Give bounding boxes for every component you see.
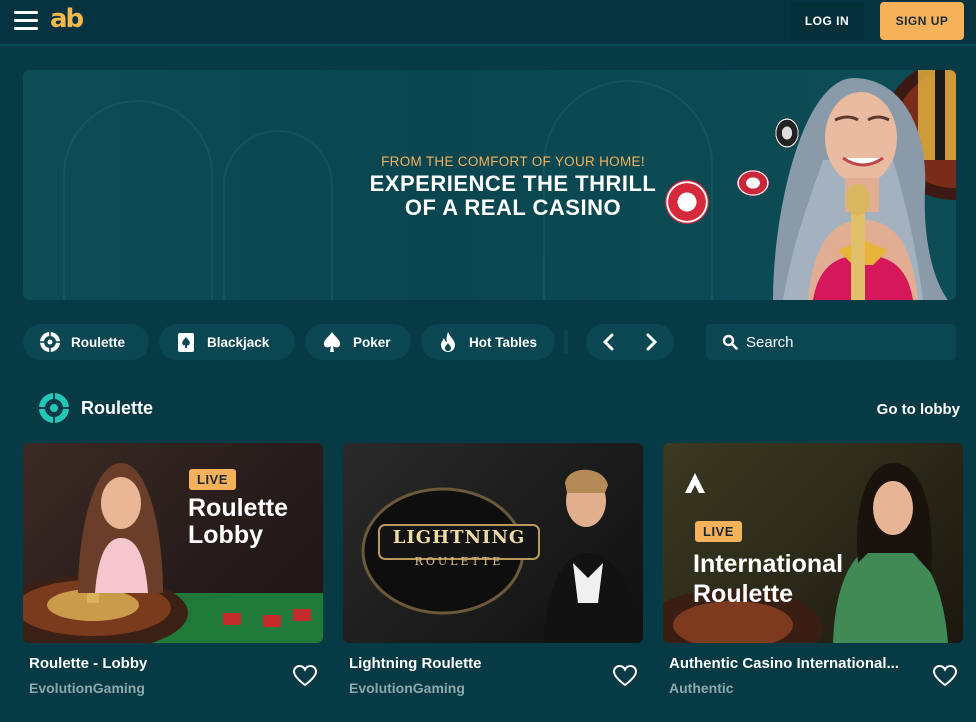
card-overlay-title: Roulette Lobby <box>188 494 288 549</box>
login-button[interactable]: LOG IN <box>790 2 864 40</box>
promo-banner[interactable]: FROM THE COMFORT OF YOUR HOME! EXPERIENC… <box>23 70 956 300</box>
game-thumbnail <box>663 463 948 643</box>
category-overflow-edge <box>564 330 568 354</box>
signup-button[interactable]: SIGN UP <box>880 2 964 40</box>
banner-title: EXPERIENCE THE THRILL OF A REAL CASINO <box>369 171 657 220</box>
roulette-wheel-icon <box>39 331 61 353</box>
category-label: Poker <box>353 334 391 350</box>
banner-arch-decoration <box>223 130 333 300</box>
game-title[interactable]: Lightning Roulette <box>349 655 609 672</box>
go-to-lobby-link[interactable]: Go to lobby <box>850 401 960 418</box>
category-hot-tables[interactable]: Hot Tables <box>421 324 555 360</box>
site-logo[interactable]: ab <box>50 4 84 34</box>
banner-subtitle: FROM THE COMFORT OF YOUR HOME! <box>381 154 645 169</box>
category-scroll-controls <box>586 324 674 360</box>
category-label: Blackjack <box>207 334 270 350</box>
heart-favorite-icon[interactable] <box>932 664 958 688</box>
top-header: ab LOG IN SIGN UP <box>0 0 976 46</box>
search-box[interactable] <box>706 324 956 360</box>
category-blackjack[interactable]: Blackjack <box>159 324 295 360</box>
live-badge: LIVE <box>695 521 742 542</box>
roulette-section-icon <box>39 393 69 423</box>
chevron-left-icon[interactable] <box>586 324 630 360</box>
category-label: Hot Tables <box>469 334 538 350</box>
game-provider: Authentic <box>669 680 734 696</box>
search-icon <box>722 334 738 350</box>
category-label: Roulette <box>71 334 125 350</box>
chevron-right-icon[interactable] <box>630 324 674 360</box>
flame-icon <box>437 331 459 353</box>
game-card-lightning-roulette[interactable]: LIGHTNING ROULETTE <box>343 443 643 643</box>
live-badge: LIVE <box>189 469 236 490</box>
game-title[interactable]: Roulette - Lobby <box>29 655 289 672</box>
casino-chip-icon <box>665 180 709 224</box>
hamburger-menu-icon[interactable] <box>14 11 38 31</box>
card-logo-title: LIGHTNING <box>392 527 526 548</box>
spade-icon <box>321 331 343 353</box>
game-card-international-roulette[interactable]: LIVE International Roulette <box>663 443 963 643</box>
category-poker[interactable]: Poker <box>305 324 411 360</box>
card-logo-subtitle: ROULETTE <box>414 555 504 568</box>
dealer-illustration <box>773 70 956 300</box>
game-title[interactable]: Authentic Casino International... <box>669 655 925 672</box>
game-provider: EvolutionGaming <box>29 680 145 696</box>
heart-favorite-icon[interactable] <box>612 664 638 688</box>
card-overlay-title: International Roulette <box>693 550 844 608</box>
category-roulette[interactable]: Roulette <box>23 324 149 360</box>
game-provider: EvolutionGaming <box>349 680 465 696</box>
search-input[interactable] <box>746 324 946 360</box>
banner-arch-decoration <box>63 100 213 300</box>
section-title: Roulette <box>81 398 153 418</box>
heart-favorite-icon[interactable] <box>292 664 318 688</box>
game-card-roulette-lobby[interactable]: LIVE Roulette Lobby <box>23 443 323 643</box>
playing-card-icon <box>175 331 197 353</box>
